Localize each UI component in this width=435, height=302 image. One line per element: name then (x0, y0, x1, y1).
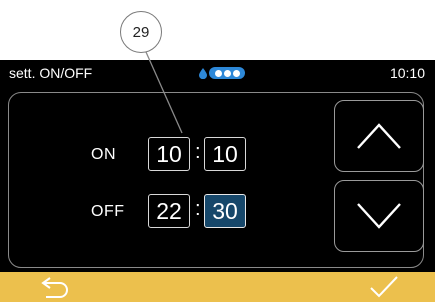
check-icon (370, 276, 398, 298)
device-screen: sett. ON/OFF 10:10 ON 10 : 10 OFF 22 : 3… (0, 60, 435, 302)
up-button[interactable] (334, 100, 424, 172)
confirm-button[interactable] (367, 274, 401, 300)
status-dots-icon (209, 67, 245, 79)
arrow-down-icon (357, 203, 401, 229)
back-button[interactable] (38, 275, 72, 299)
water-drop-icon (199, 68, 207, 79)
off-separator: : (195, 198, 201, 220)
status-bar: sett. ON/OFF 10:10 (0, 60, 435, 86)
bottom-bar (0, 272, 435, 302)
on-separator: : (195, 141, 201, 163)
screen-title: sett. ON/OFF (9, 65, 93, 81)
on-label: ON (91, 146, 116, 163)
clock-time: 10:10 (389, 65, 425, 81)
on-minutes-field[interactable]: 10 (204, 137, 246, 171)
off-minutes-field[interactable]: 30 (204, 194, 246, 228)
off-label: OFF (91, 203, 125, 220)
down-button[interactable] (334, 180, 424, 252)
on-hours-field[interactable]: 10 (148, 137, 190, 171)
back-icon (41, 277, 68, 298)
callout-number: 29 (120, 11, 162, 53)
off-hours-field[interactable]: 22 (148, 194, 190, 228)
arrow-up-icon (357, 123, 401, 149)
timer-panel: ON 10 : 10 OFF 22 : 30 (8, 92, 424, 268)
